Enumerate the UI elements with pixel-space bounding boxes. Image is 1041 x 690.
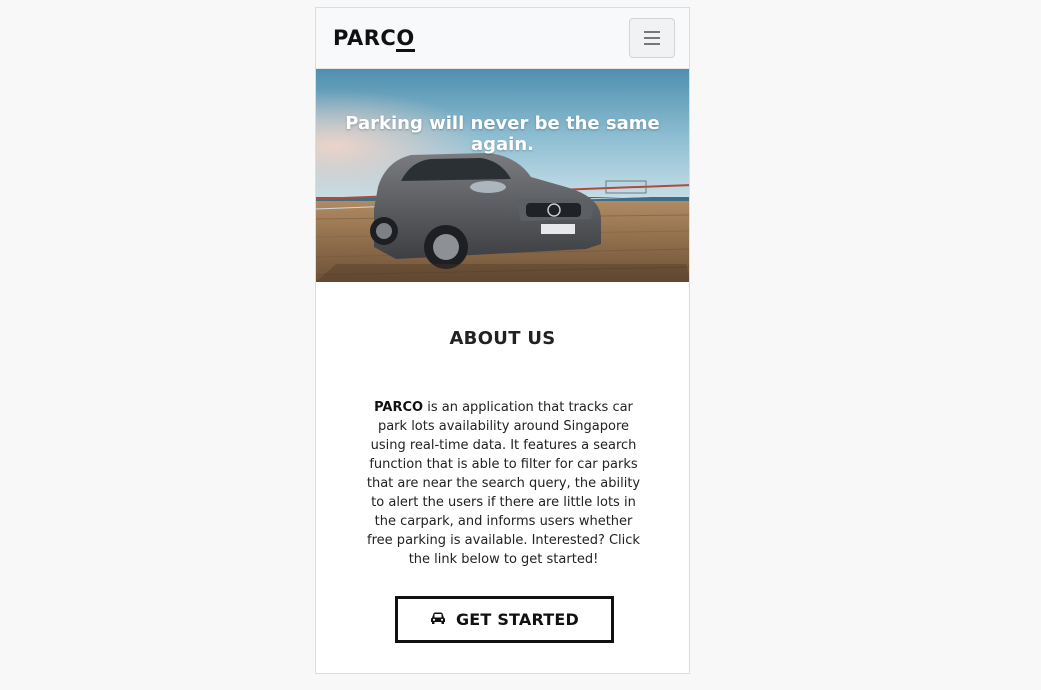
car-on-pier-photo — [316, 69, 689, 282]
hero-title: Parking will never be the same again. — [345, 113, 660, 155]
navbar: PARCO — [316, 8, 689, 69]
brand-main: PARC — [333, 26, 397, 50]
car-icon — [430, 610, 446, 629]
about-brand-name: PARCO — [374, 400, 424, 415]
phone-viewport: PARCO Parking will never be the same aga… — [315, 7, 690, 674]
hero-banner: Parking will never be the same again. — [316, 69, 689, 282]
about-body-text: is an application that tracks car park l… — [366, 400, 641, 567]
get-started-button[interactable]: GET STARTED — [395, 596, 614, 643]
brand-last-letter: O — [396, 26, 415, 52]
about-paragraph: PARCO is an application that tracks car … — [363, 398, 644, 569]
brand-logo[interactable]: PARCO — [333, 25, 415, 52]
navbar-toggler-button[interactable] — [629, 18, 675, 58]
about-heading: ABOUT US — [449, 328, 556, 349]
get-started-label: GET STARTED — [455, 610, 580, 629]
